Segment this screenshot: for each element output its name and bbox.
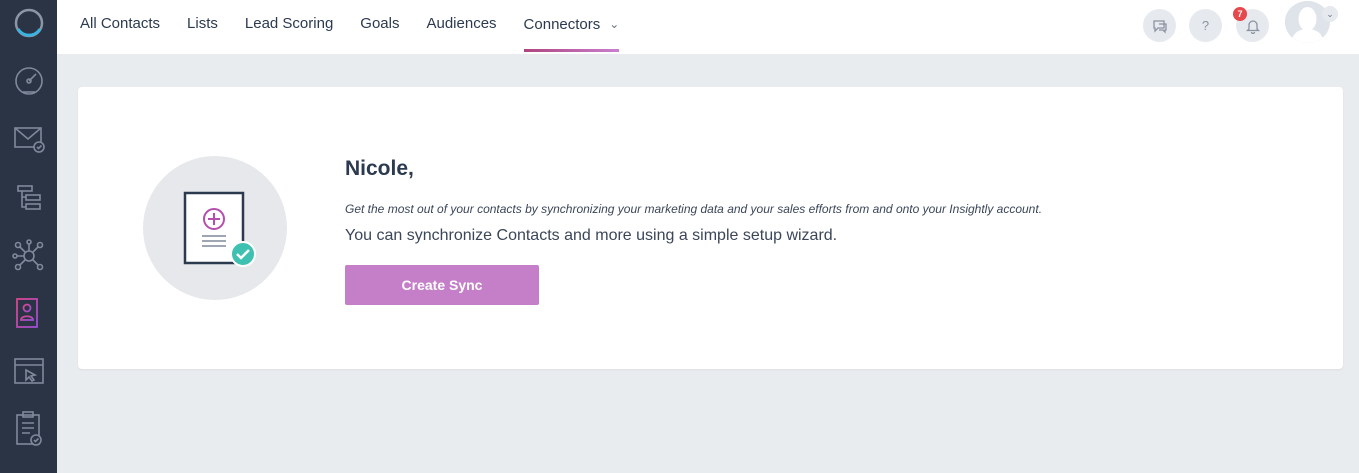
dashboard-gauge-icon[interactable]	[0, 57, 57, 103]
document-add-icon	[183, 191, 256, 267]
nav-item-goals[interactable]: Goals	[360, 0, 399, 54]
nav-item-all-contacts[interactable]: All Contacts	[80, 0, 160, 54]
sync-document-illustration	[143, 156, 287, 300]
greeting-heading: Nicole,	[345, 157, 414, 180]
nav-item-connectors[interactable]: Connectors ⌄	[523, 0, 620, 54]
nav-item-lead-scoring[interactable]: Lead Scoring	[245, 0, 333, 54]
landing-page-icon[interactable]	[0, 348, 57, 394]
chat-bubble-icon	[1152, 19, 1167, 34]
intro-subtitle: Get the most out of your contacts by syn…	[345, 202, 1043, 216]
connectors-empty-state-card: Nicole, Get the most out of your contact…	[78, 87, 1343, 369]
nav-label: Lists	[187, 15, 218, 32]
sidebar	[0, 0, 57, 473]
nav-label: Goals	[360, 15, 400, 32]
nav-label: All Contacts	[80, 15, 161, 32]
automation-flow-icon[interactable]	[0, 174, 57, 220]
chat-support-button[interactable]	[1143, 9, 1176, 42]
nav-item-lists[interactable]: Lists	[187, 0, 218, 54]
help-icon: ?	[1201, 18, 1210, 33]
nav-label: Connectors	[523, 16, 601, 33]
nav-item-audiences[interactable]: Audiences	[426, 0, 496, 54]
help-button[interactable]: ?	[1189, 9, 1222, 42]
logo-ring-icon[interactable]	[0, 0, 57, 46]
main-nav: All Contacts Lists Lead Scoring Goals Au…	[57, 0, 619, 54]
clipboard-check-icon[interactable]	[0, 405, 57, 451]
contacts-icon[interactable]	[0, 290, 57, 336]
bell-icon	[1245, 19, 1260, 34]
network-hub-icon[interactable]	[0, 233, 57, 279]
email-icon[interactable]	[0, 115, 57, 161]
intro-description: You can synchronize Contacts and more us…	[345, 227, 838, 244]
nav-label: Lead Scoring	[244, 15, 334, 32]
notification-count-badge: 7	[1233, 7, 1247, 21]
user-silhouette-icon	[1285, 1, 1330, 43]
chevron-down-icon: ⌄	[609, 17, 620, 31]
chevron-down-icon[interactable]: ⌄	[1322, 6, 1338, 22]
user-avatar[interactable]	[1285, 1, 1330, 43]
create-sync-button[interactable]: Create Sync	[345, 265, 539, 305]
nav-label: Audiences	[426, 15, 497, 32]
